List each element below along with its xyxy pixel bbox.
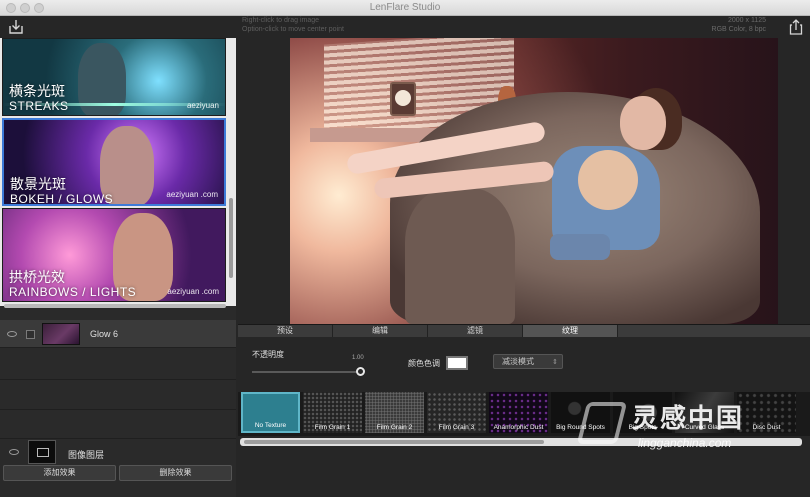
preset-watermark: aeziyuan .com	[166, 190, 218, 199]
texture-anamorphic-dust[interactable]: Anamorphic Dust	[489, 392, 548, 433]
tab-presets[interactable]: 预设	[238, 325, 333, 337]
settings-tabs: 预设 编辑 滤镜 纹理	[238, 324, 810, 337]
divider	[0, 409, 236, 410]
divider	[0, 379, 236, 380]
texture-label: Film Grain 1	[314, 424, 351, 431]
drag-hint: Right-click to drag image	[242, 17, 320, 24]
share-icon[interactable]	[788, 19, 804, 35]
canvas-area[interactable]	[238, 38, 810, 324]
eye-icon[interactable]	[7, 331, 17, 337]
layer-thumbnail	[42, 323, 80, 345]
texture-film-grain-1[interactable]: Film Grain 1	[303, 392, 362, 433]
layer-name: Glow 6	[90, 329, 119, 339]
watermark-logo-icon	[576, 402, 628, 444]
preset-zh-label: 横条光斑	[9, 84, 65, 100]
photo-armchair-arm	[405, 188, 515, 324]
tab-edit[interactable]: 编辑	[333, 325, 428, 337]
photo-face	[620, 96, 666, 150]
photo-clock	[390, 82, 416, 116]
blend-mode-select[interactable]: 减淡模式 ⇕	[493, 354, 563, 369]
blend-mode-value: 减淡模式	[502, 357, 534, 366]
chevron-updown-icon: ⇕	[552, 358, 558, 366]
photo-shorts	[550, 234, 610, 260]
tab-filters[interactable]: 滤镜	[428, 325, 523, 337]
color-mode: RGB Color, 8 bpc	[711, 26, 766, 33]
texture-no-texture[interactable]: No Texture	[241, 392, 300, 433]
preset-en-label: STREAKS	[9, 99, 69, 113]
preset-bokeh[interactable]: 散景光斑 BOKEH / GLOWS aeziyuan .com	[2, 118, 226, 206]
divider	[0, 438, 236, 439]
photo-cat	[578, 150, 638, 210]
opacity-value: 1.00	[352, 355, 364, 361]
preview-image[interactable]	[290, 38, 778, 324]
color-tint-label: 颜色色调	[408, 359, 440, 368]
image-icon	[37, 448, 49, 457]
site-watermark: 灵感中国 lingganchina.com	[576, 396, 806, 456]
preset-zh-label: 拱桥光效	[9, 270, 65, 286]
preset-zh-label: 散景光斑	[10, 177, 66, 193]
preset-scrollbar[interactable]	[229, 198, 233, 278]
texture-label: Film Grain 2	[376, 424, 413, 431]
effect-layer-row[interactable]: Glow 6	[0, 320, 236, 348]
layer-checkbox[interactable]	[26, 330, 35, 339]
watermark-cn: 灵感中国	[632, 404, 745, 434]
tab-texture[interactable]: 纹理	[523, 325, 618, 337]
import-icon[interactable]	[8, 19, 24, 35]
watermark-url: lingganchina.com	[638, 436, 732, 450]
texture-label: Anamorphic Dust	[493, 424, 544, 431]
texture-film-grain-2[interactable]: Film Grain 2	[365, 392, 424, 433]
texture-film-grain-3[interactable]: Film Grain 3	[427, 392, 486, 433]
preset-rainbows[interactable]: 拱桥光效 RAINBOWS / LIGHTS aeziyuan .com	[2, 208, 226, 302]
texture-label: No Texture	[254, 422, 287, 429]
preset-hscrollbar[interactable]	[4, 304, 226, 308]
preset-streaks[interactable]: 横条光斑 STREAKS aeziyuan	[2, 38, 226, 116]
eye-icon[interactable]	[9, 449, 19, 455]
delete-effect-button[interactable]: 删除效果	[119, 465, 232, 481]
image-layer-name: 图像图层	[68, 450, 105, 460]
color-tint-swatch[interactable]	[446, 356, 468, 370]
image-dimensions: 2000 x 1125	[727, 17, 766, 24]
texture-settings: 不透明度 1.00 颜色色调 减淡模式 ⇕	[238, 337, 810, 392]
opacity-label: 不透明度	[252, 350, 284, 359]
preset-en-label: BOKEH / GLOWS	[10, 192, 114, 206]
scrollbar-thumb[interactable]	[244, 440, 544, 444]
preset-watermark: aeziyuan .com	[167, 287, 219, 296]
left-panel: 横条光斑 STREAKS aeziyuan 散景光斑 BOKEH / GLOWS…	[0, 38, 236, 497]
opacity-slider[interactable]	[252, 371, 360, 373]
image-layer-row[interactable]: 图像图层	[0, 440, 236, 464]
title-bar: LenFlare Studio	[0, 0, 810, 16]
image-layer-thumbnail	[28, 440, 56, 464]
app-window: LenFlare Studio Right-click to drag imag…	[0, 0, 810, 497]
center-hint: Option-click to move center point	[242, 26, 344, 33]
add-effect-button[interactable]: 添加效果	[3, 465, 116, 481]
top-toolbar: Right-click to drag image Option-click t…	[0, 16, 810, 38]
window-title: LenFlare Studio	[369, 2, 441, 13]
texture-label: Film Grain 3	[438, 424, 475, 431]
preset-en-label: RAINBOWS / LIGHTS	[9, 285, 137, 299]
preset-watermark: aeziyuan	[186, 101, 219, 110]
layer-empty-area	[0, 349, 236, 439]
preset-list[interactable]: 横条光斑 STREAKS aeziyuan 散景光斑 BOKEH / GLOWS…	[0, 38, 236, 306]
opacity-slider-knob[interactable]	[356, 367, 365, 376]
